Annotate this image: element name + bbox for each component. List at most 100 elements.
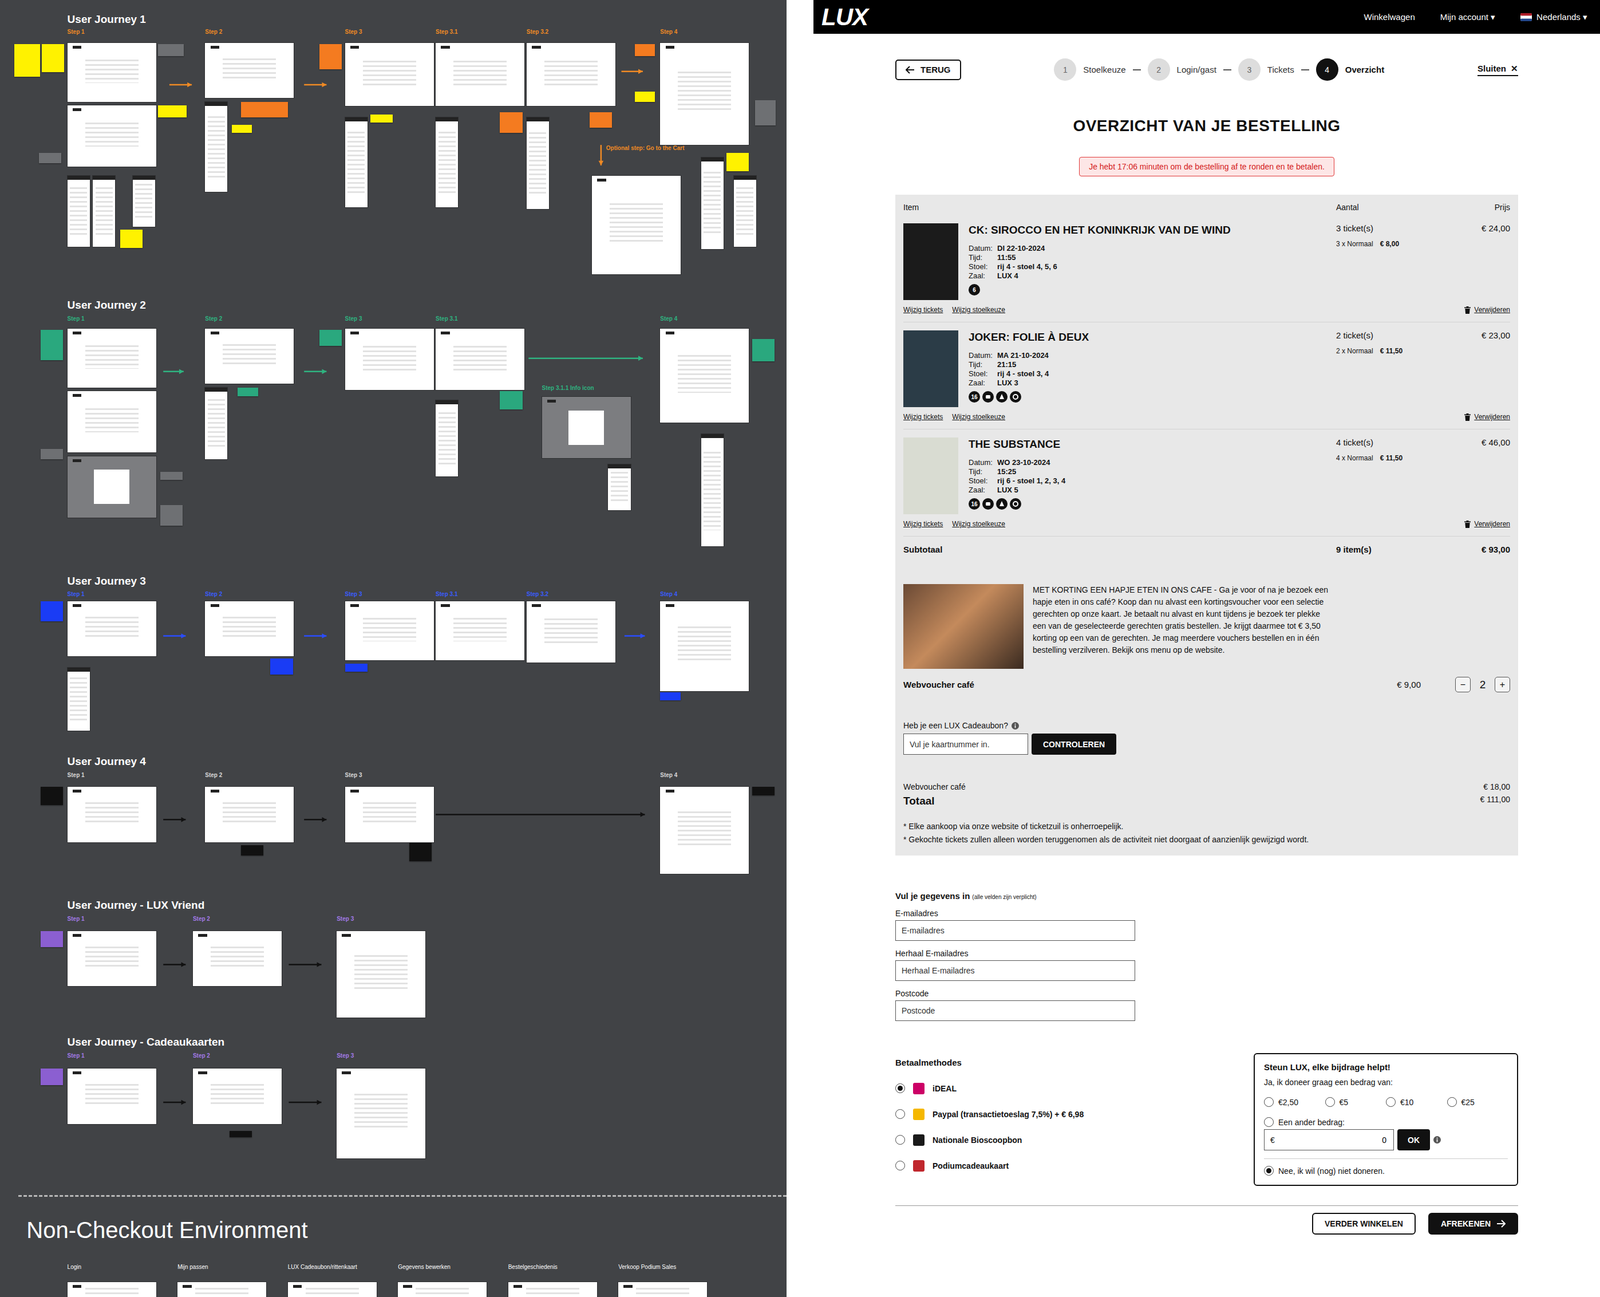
payment-label[interactable]: iDEAL <box>932 1083 957 1093</box>
custom-amount-option[interactable]: Een ander bedrag: <box>1263 1116 1508 1127</box>
donation-option[interactable]: €2,50 <box>1263 1096 1326 1107</box>
wireframe-thumbnail[interactable] <box>345 786 434 842</box>
wireframe-thumbnail[interactable] <box>526 601 616 663</box>
wireframe-thumbnail[interactable] <box>204 601 294 657</box>
language-menu[interactable]: Nederlands ▾ <box>1520 12 1588 23</box>
payment-label[interactable]: Podiumcadeaukaart <box>932 1160 1009 1171</box>
payment-option[interactable]: iDEAL <box>895 1075 1084 1101</box>
wireframe-thumbnail[interactable] <box>67 390 157 453</box>
wireframe-thumbnail[interactable] <box>67 930 157 986</box>
wireframe-thumbnail[interactable] <box>660 42 749 145</box>
radio-button[interactable] <box>1263 1116 1274 1127</box>
wireframe-thumbnail[interactable] <box>701 433 724 547</box>
radio-button[interactable] <box>895 1134 906 1145</box>
decrease-label[interactable]: − <box>1460 679 1466 690</box>
donation-option[interactable]: €25 <box>1447 1096 1509 1107</box>
wireframe-thumbnail[interactable] <box>607 464 631 511</box>
radio-button[interactable] <box>895 1083 906 1093</box>
decline-label[interactable]: Nee, ik wil (nog) niet doneren. <box>1278 1166 1385 1176</box>
wireframe-thumbnail[interactable] <box>204 101 228 192</box>
wireframe-thumbnail[interactable] <box>204 328 294 384</box>
text-field[interactable] <box>895 919 1136 941</box>
custom-amount-label[interactable]: Een ander bedrag: <box>1278 1117 1345 1127</box>
edit-seats-link[interactable]: Wijzig stoelkeuze <box>951 519 1006 528</box>
ok-label[interactable]: OK <box>1407 1135 1420 1145</box>
check-label[interactable]: CONTROLEREN <box>1043 739 1105 749</box>
poster-image[interactable] <box>903 223 959 300</box>
step-number-text[interactable]: 4 <box>1324 65 1330 75</box>
wireframe-thumbnail[interactable] <box>67 175 90 248</box>
wireframe-thumbnail[interactable] <box>67 105 157 167</box>
wireframe-thumbnail[interactable] <box>67 456 157 518</box>
wireframe-thumbnail[interactable] <box>67 328 157 388</box>
lux-logo[interactable]: LUX <box>821 2 868 32</box>
donation-amount[interactable]: €2,50 <box>1278 1097 1299 1107</box>
donation-amount[interactable]: €25 <box>1461 1097 1475 1107</box>
wireframe-thumbnail[interactable] <box>345 117 368 208</box>
wireframe-thumbnail[interactable] <box>67 786 157 842</box>
step[interactable]: 3 Tickets <box>1238 58 1295 81</box>
step-label[interactable]: Tickets <box>1267 64 1295 75</box>
account-menu[interactable]: Mijn account ▾ <box>1440 12 1496 23</box>
donation-option[interactable]: €5 <box>1325 1096 1387 1107</box>
checkout-label[interactable]: AFREKENEN <box>1440 1218 1491 1228</box>
back-button[interactable]: TERUG <box>895 59 962 81</box>
step-label[interactable]: Login/gast <box>1176 64 1217 75</box>
radio-button[interactable] <box>1263 1165 1274 1176</box>
wireframe-thumbnail[interactable] <box>435 400 458 477</box>
wireframe-thumbnail[interactable] <box>192 1068 282 1124</box>
wireframe-thumbnail[interactable] <box>435 42 525 107</box>
remove-link[interactable]: Verwijderen <box>1464 412 1511 421</box>
wireframe-thumbnail[interactable] <box>345 328 434 390</box>
poster-image[interactable] <box>903 437 959 515</box>
wireframe-thumbnail[interactable] <box>660 786 749 874</box>
wireframe-thumbnail[interactable] <box>733 175 757 248</box>
step-number[interactable]: 4 <box>1316 58 1339 81</box>
close-label[interactable]: Sluiten <box>1477 63 1507 74</box>
wireframe-thumbnail[interactable] <box>177 1281 267 1297</box>
close-icon[interactable]: ✕ <box>1510 63 1519 74</box>
step-number-text[interactable]: 3 <box>1246 65 1252 75</box>
radio-button[interactable] <box>1447 1096 1457 1107</box>
step[interactable]: 1Stoelkeuze <box>1053 58 1126 81</box>
check-button[interactable]: CONTROLEREN <box>1031 733 1117 755</box>
wireframe-thumbnail[interactable] <box>435 328 525 390</box>
step-number[interactable]: 2 <box>1147 58 1171 81</box>
radio-button[interactable] <box>1263 1096 1274 1107</box>
wireframe-thumbnail[interactable] <box>435 117 458 208</box>
wireframe-thumbnail[interactable] <box>67 42 157 102</box>
remove-label[interactable]: Verwijderen <box>1474 412 1511 421</box>
payment-option[interactable]: Nationale Bioscoopbon <box>895 1126 1084 1153</box>
wireframe-thumbnail[interactable] <box>92 175 116 248</box>
wireframe-thumbnail[interactable] <box>67 1068 157 1124</box>
wireframe-thumbnail[interactable] <box>508 1281 598 1297</box>
wireframe-thumbnail[interactable] <box>526 117 549 209</box>
giftcard-input[interactable] <box>903 733 1029 755</box>
wireframe-thumbnail[interactable] <box>542 396 631 458</box>
wireframe-thumbnail[interactable] <box>204 786 294 842</box>
step[interactable]: 2 Login/gast <box>1147 58 1217 81</box>
donation-amount[interactable]: €10 <box>1400 1097 1414 1107</box>
step-number[interactable]: 3 <box>1238 58 1261 81</box>
remove-label[interactable]: Verwijderen <box>1474 519 1511 528</box>
donation-amount[interactable]: €5 <box>1339 1097 1349 1107</box>
edit-tickets-link[interactable]: Wijzig tickets <box>903 412 943 421</box>
ok-button[interactable]: OK <box>1397 1128 1430 1151</box>
checkout-button[interactable]: AFREKENEN <box>1428 1212 1519 1235</box>
decline-donation-option[interactable]: Nee, ik wil (nog) niet doneren. <box>1263 1158 1508 1176</box>
wireframe-thumbnail[interactable] <box>67 1281 157 1297</box>
wireframe-thumbnail[interactable] <box>336 930 426 1018</box>
payment-label[interactable]: Paypal (transactietoeslag 7,5%) + € 6,98 <box>932 1109 1084 1119</box>
edit-seats-link[interactable]: Wijzig stoelkeuze <box>951 305 1006 314</box>
wireframe-thumbnail[interactable] <box>591 175 681 275</box>
wireframe-thumbnail[interactable] <box>435 601 525 661</box>
remove-link[interactable]: Verwijderen <box>1464 305 1511 314</box>
wireframe-thumbnail[interactable] <box>132 175 156 227</box>
custom-amount-input[interactable] <box>1278 1134 1388 1145</box>
cart-link[interactable]: Winkelwagen <box>1364 12 1416 22</box>
event-title[interactable]: JOKER: FOLIE À DEUX <box>968 330 1089 345</box>
wireframe-thumbnail[interactable] <box>204 42 294 98</box>
radio-button[interactable] <box>895 1108 906 1119</box>
wireframe-thumbnail[interactable] <box>660 601 749 691</box>
edit-seats-link[interactable]: Wijzig stoelkeuze <box>951 412 1006 421</box>
